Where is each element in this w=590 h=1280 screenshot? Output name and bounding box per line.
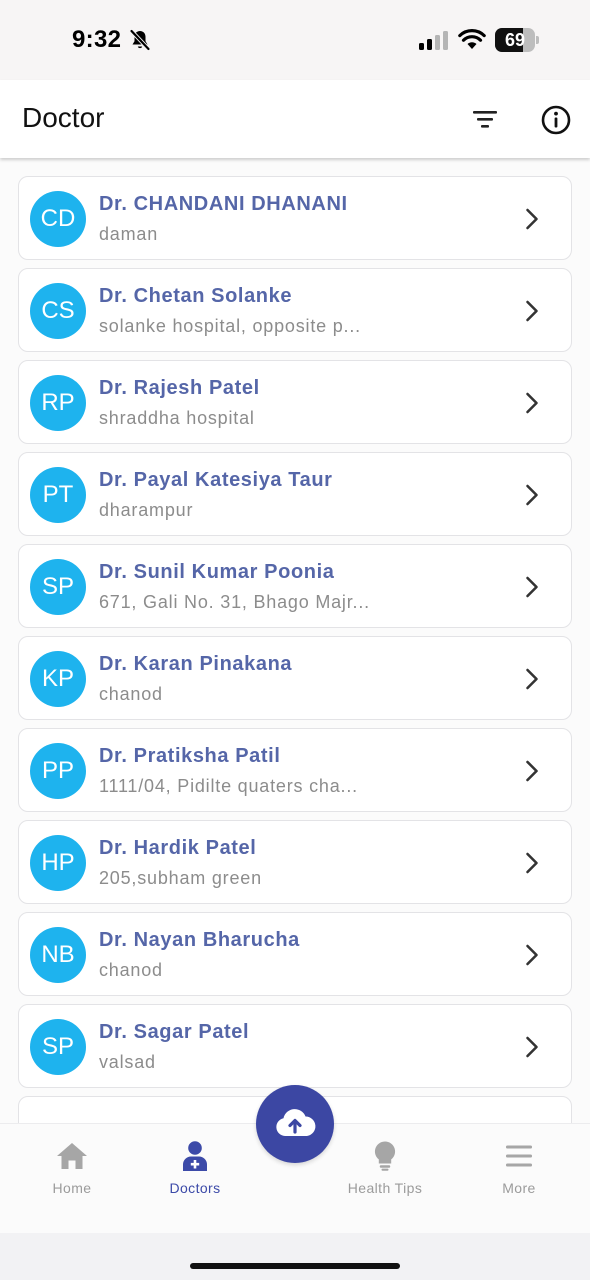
nav-label-home: Home <box>52 1180 92 1196</box>
doctor-name: Dr. Chetan Solanke <box>99 285 293 307</box>
nav-label-more: More <box>502 1180 536 1196</box>
chevron-right-icon <box>526 1036 538 1058</box>
doctor-address: shraddha hospital <box>99 408 255 428</box>
page-title: Doctor <box>22 102 105 133</box>
info-button[interactable] <box>538 102 574 138</box>
cloud-upload-icon <box>276 1109 316 1136</box>
doctor-card[interactable]: NB Dr. Nayan Bharucha chanod <box>18 912 572 996</box>
doctor-name: Dr. Rajesh Patel <box>99 377 260 399</box>
doctor-address: chanod <box>99 960 163 980</box>
avatar: PP <box>30 743 86 799</box>
home-indicator-area <box>0 1233 590 1280</box>
chevron-right-icon <box>526 484 538 506</box>
avatar: HP <box>30 835 86 891</box>
doctor-card[interactable]: SP Dr. Sagar Patel valsad <box>18 1004 572 1088</box>
battery-icon: 69 <box>495 28 539 52</box>
chevron-right-icon <box>526 300 538 322</box>
avatar: CD <box>30 191 86 247</box>
app-bar: Doctor <box>0 80 590 158</box>
chevron-right-icon <box>526 576 538 598</box>
doctor-name: Dr. CHANDANI DHANANI <box>99 193 348 215</box>
doctor-name: Dr. Hardik Patel <box>99 837 257 859</box>
nav-item-doctors[interactable]: Doctors <box>155 1124 235 1234</box>
doctor-icon <box>183 1141 207 1171</box>
avatar: CS <box>30 283 86 339</box>
doctor-name: Dr. Pratiksha Patil <box>99 745 281 767</box>
avatar: SP <box>30 1019 86 1075</box>
doctor-name: Dr. Karan Pinakana <box>99 653 293 675</box>
avatar: NB <box>30 927 86 983</box>
lightbulb-icon <box>374 1141 396 1171</box>
filter-button[interactable] <box>468 102 502 136</box>
menu-icon <box>506 1145 532 1167</box>
home-icon <box>57 1143 87 1169</box>
info-icon <box>541 105 571 135</box>
doctor-name: Dr. Payal Katesiya Taur <box>99 469 333 491</box>
doctor-card[interactable]: RP Dr. Rajesh Patel shraddha hospital <box>18 360 572 444</box>
doctor-name: Dr. Sagar Patel <box>99 1021 250 1043</box>
status-bar: 9:32 69 <box>0 0 590 80</box>
filter-icon <box>473 111 497 128</box>
doctor-card[interactable]: SP Dr. Sunil Kumar Poonia 671, Gali No. … <box>18 544 572 628</box>
doctor-card[interactable]: CS Dr. Chetan Solanke solanke hospital, … <box>18 268 572 352</box>
doctor-address: chanod <box>99 684 163 704</box>
status-time: 9:32 <box>72 26 122 53</box>
chevron-right-icon <box>526 208 538 230</box>
nav-item-health-tips[interactable]: Health Tips <box>335 1124 435 1234</box>
home-indicator[interactable] <box>190 1263 400 1269</box>
battery-percentage: 69 <box>504 30 526 50</box>
chevron-right-icon <box>526 392 538 414</box>
chevron-right-icon <box>526 944 538 966</box>
signal-icon <box>419 31 448 50</box>
doctor-card[interactable]: CD Dr. CHANDANI DHANANI daman <box>18 176 572 260</box>
bell-slash-icon <box>130 29 150 51</box>
avatar: RP <box>30 375 86 431</box>
doctor-card[interactable]: PP Dr. Pratiksha Patil 1111/04, Pidilte … <box>18 728 572 812</box>
doctor-address: 205,subham green <box>99 868 262 888</box>
doctor-card[interactable]: HP Dr. Hardik Patel 205,subham green <box>18 820 572 904</box>
doctor-address: 1111/04, Pidilte quaters cha... <box>99 776 358 796</box>
nav-item-home[interactable]: Home <box>32 1124 112 1234</box>
avatar: SP <box>30 559 86 615</box>
nav-label-health-tips: Health Tips <box>347 1180 423 1196</box>
chevron-right-icon <box>526 668 538 690</box>
upload-button[interactable] <box>256 1085 334 1163</box>
avatar: PT <box>30 467 86 523</box>
doctor-address: daman <box>99 224 159 244</box>
avatar: KP <box>30 651 86 707</box>
chevron-right-icon <box>526 760 538 782</box>
nav-label-doctors: Doctors <box>169 1180 221 1196</box>
doctor-name: Dr. Sunil Kumar Poonia <box>99 561 335 583</box>
doctor-address: dharampur <box>99 500 194 520</box>
doctor-address: valsad <box>99 1052 156 1072</box>
doctor-card[interactable]: PT Dr. Payal Katesiya Taur dharampur <box>18 452 572 536</box>
chevron-right-icon <box>526 852 538 874</box>
doctor-address: 671, Gali No. 31, Bhago Majr... <box>99 592 370 612</box>
doctor-card[interactable]: KP Dr. Karan Pinakana chanod <box>18 636 572 720</box>
nav-item-more[interactable]: More <box>479 1124 559 1234</box>
doctor-list[interactable]: CD Dr. CHANDANI DHANANI daman CS Dr. Che… <box>0 158 590 1123</box>
wifi-icon <box>458 29 486 49</box>
doctor-address: solanke hospital, opposite p... <box>99 316 361 336</box>
doctor-name: Dr. Nayan Bharucha <box>99 929 300 951</box>
